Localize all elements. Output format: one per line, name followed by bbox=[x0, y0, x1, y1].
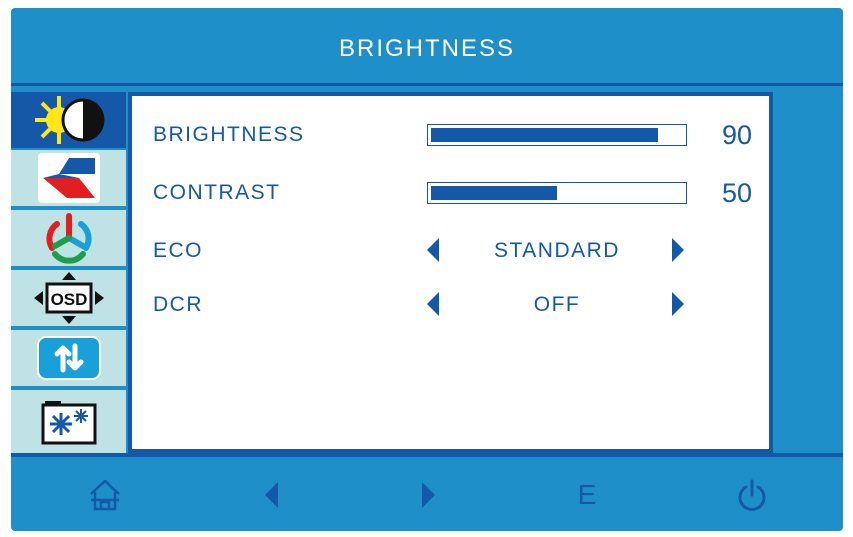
e-button-icon: E bbox=[577, 479, 597, 510]
home-icon bbox=[90, 479, 120, 511]
home-button[interactable] bbox=[85, 475, 125, 515]
image-icon bbox=[37, 153, 100, 203]
sidebar-item-color[interactable] bbox=[11, 210, 126, 268]
contrast-label: CONTRAST bbox=[153, 181, 281, 204]
brightness-value: 90 bbox=[722, 120, 753, 150]
contrast-slider[interactable] bbox=[427, 182, 687, 204]
osd-menu: BRIGHTNESS OSD BRIGHTNESS 90 CONTRAST 50… bbox=[11, 8, 843, 531]
right-arrow-icon bbox=[421, 482, 435, 508]
eco-value: STANDARD bbox=[494, 239, 620, 262]
page-title: BRIGHTNESS bbox=[338, 35, 516, 62]
left-arrow-icon bbox=[264, 482, 278, 508]
reset-icon bbox=[36, 336, 101, 380]
power-button[interactable] bbox=[732, 475, 772, 515]
misc-settings-icon bbox=[41, 400, 96, 444]
sidebar-item-misc[interactable] bbox=[11, 390, 126, 455]
left-button[interactable] bbox=[251, 475, 291, 515]
eco-next-arrow-icon[interactable] bbox=[672, 238, 684, 262]
sidebar-item-brightness[interactable] bbox=[11, 92, 126, 150]
color-icon bbox=[45, 213, 92, 264]
sidebar: OSD bbox=[11, 92, 128, 455]
dcr-prev-arrow-icon[interactable] bbox=[427, 292, 439, 316]
brightness-label: BRIGHTNESS bbox=[153, 123, 305, 146]
right-button[interactable] bbox=[408, 475, 448, 515]
dcr-next-arrow-icon[interactable] bbox=[672, 292, 684, 316]
contrast-slider-fill bbox=[431, 186, 557, 200]
settings-panel: BRIGHTNESS 90 CONTRAST 50 ECO STANDARD D… bbox=[128, 92, 773, 453]
e-button[interactable]: E bbox=[567, 475, 607, 515]
dcr-label: DCR bbox=[153, 293, 203, 316]
sidebar-item-osd[interactable]: OSD bbox=[11, 270, 126, 328]
contrast-value: 50 bbox=[722, 178, 753, 208]
brightness-slider-fill bbox=[431, 128, 658, 142]
power-icon bbox=[738, 479, 766, 511]
osd-header: BRIGHTNESS bbox=[11, 8, 843, 86]
eco-prev-arrow-icon[interactable] bbox=[427, 238, 439, 262]
eco-label: ECO bbox=[153, 239, 204, 262]
brightness-icon bbox=[34, 96, 104, 144]
dcr-value: OFF bbox=[533, 293, 581, 316]
osd-icon: OSD bbox=[33, 272, 104, 324]
control-bar: E bbox=[11, 453, 843, 531]
brightness-slider[interactable] bbox=[427, 124, 687, 146]
sidebar-item-image[interactable] bbox=[11, 150, 126, 208]
sidebar-item-reset[interactable] bbox=[11, 330, 126, 388]
svg-text:OSD: OSD bbox=[50, 290, 87, 309]
